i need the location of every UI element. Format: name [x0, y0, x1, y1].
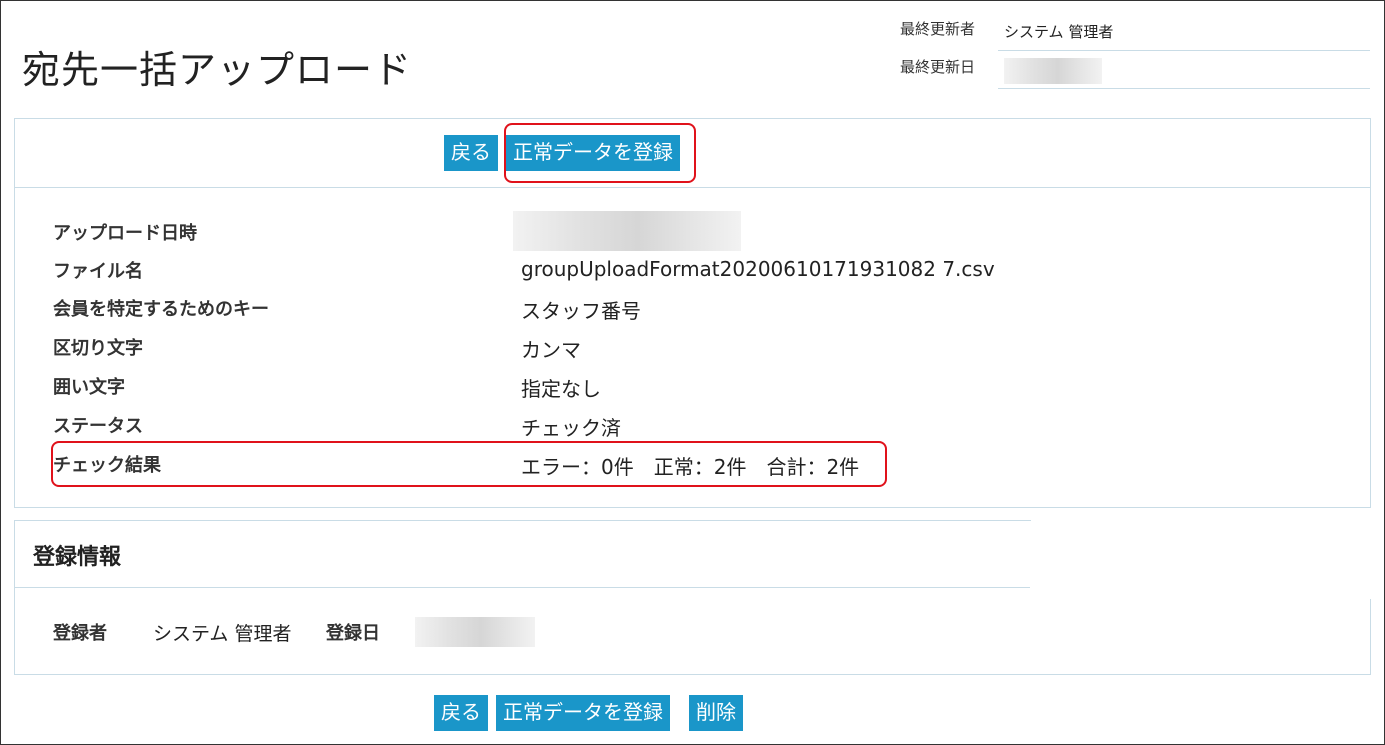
registrant-label: 登録者 — [53, 623, 107, 644]
last-updated-date-label: 最終更新日 — [900, 58, 976, 76]
detail-row-status: ステータス チェック済 — [53, 412, 1053, 442]
delimiter-value: カンマ — [521, 338, 581, 362]
registration-title: 登録情報 — [33, 545, 122, 570]
update-meta: 最終更新者 システム 管理者 最終更新日 — [900, 12, 1370, 89]
register-button-highlight — [504, 123, 696, 183]
redacted-date — [1004, 57, 1102, 84]
status-label: ステータス — [53, 416, 143, 437]
file-name-value: groupUploadFormat20200610171931082 7.csv — [521, 257, 995, 281]
detail-row-enclosure: 囲い文字 指定なし — [53, 373, 1053, 403]
back-button[interactable]: 戻る — [444, 135, 498, 171]
delete-button[interactable]: 削除 — [689, 695, 743, 731]
delimiter-label: 区切り文字 — [53, 338, 143, 359]
upload-datetime-value — [513, 211, 741, 251]
detail-row-member-key: 会員を特定するためのキー スタッフ番号 — [53, 295, 1053, 325]
register-valid-data-button-bottom[interactable]: 正常データを登録 — [496, 695, 670, 731]
registration-header: 登録情報 — [15, 521, 1030, 588]
registrant-value: システム 管理者 — [153, 623, 292, 645]
last-updated-by-value: システム 管理者 — [998, 12, 1370, 51]
back-button-bottom[interactable]: 戻る — [434, 695, 488, 731]
detail-row-delimiter: 区切り文字 カンマ — [53, 334, 1053, 364]
enclosure-value: 指定なし — [521, 377, 601, 401]
last-updated-by-label: 最終更新者 — [900, 20, 976, 38]
detail-row-file-name: ファイル名 groupUploadFormat20200610171931082… — [53, 257, 1053, 287]
registered-date-label: 登録日 — [326, 623, 380, 644]
registration-panel: 登録情報 登録者 システム 管理者 登録日 — [14, 519, 1372, 675]
registration-row: 登録者 システム 管理者 登録日 — [53, 617, 853, 649]
member-key-value: スタッフ番号 — [521, 299, 641, 323]
status-value: チェック済 — [521, 416, 621, 440]
last-updated-date-value — [998, 50, 1370, 89]
detail-row-upload-datetime: アップロード日時 — [53, 211, 1053, 251]
page-title: 宛先一括アップロード — [22, 48, 413, 93]
file-name-label: ファイル名 — [53, 261, 143, 282]
upload-datetime-label: アップロード日時 — [53, 223, 197, 244]
last-updated-by-row: 最終更新者 システム 管理者 — [900, 12, 1370, 51]
redacted-datetime — [513, 211, 741, 251]
top-toolbar: 戻る 正常データを登録 — [15, 119, 1370, 188]
check-result-highlight — [51, 441, 887, 487]
panel-edge-mask — [1031, 519, 1372, 599]
enclosure-label: 囲い文字 — [53, 377, 125, 398]
upload-detail-panel: 戻る 正常データを登録 アップロード日時 ファイル名 groupUploadFo… — [14, 118, 1371, 508]
member-key-label: 会員を特定するためのキー — [53, 299, 269, 320]
last-updated-date-row: 最終更新日 — [900, 50, 1370, 89]
redacted-registered-date — [415, 617, 535, 647]
